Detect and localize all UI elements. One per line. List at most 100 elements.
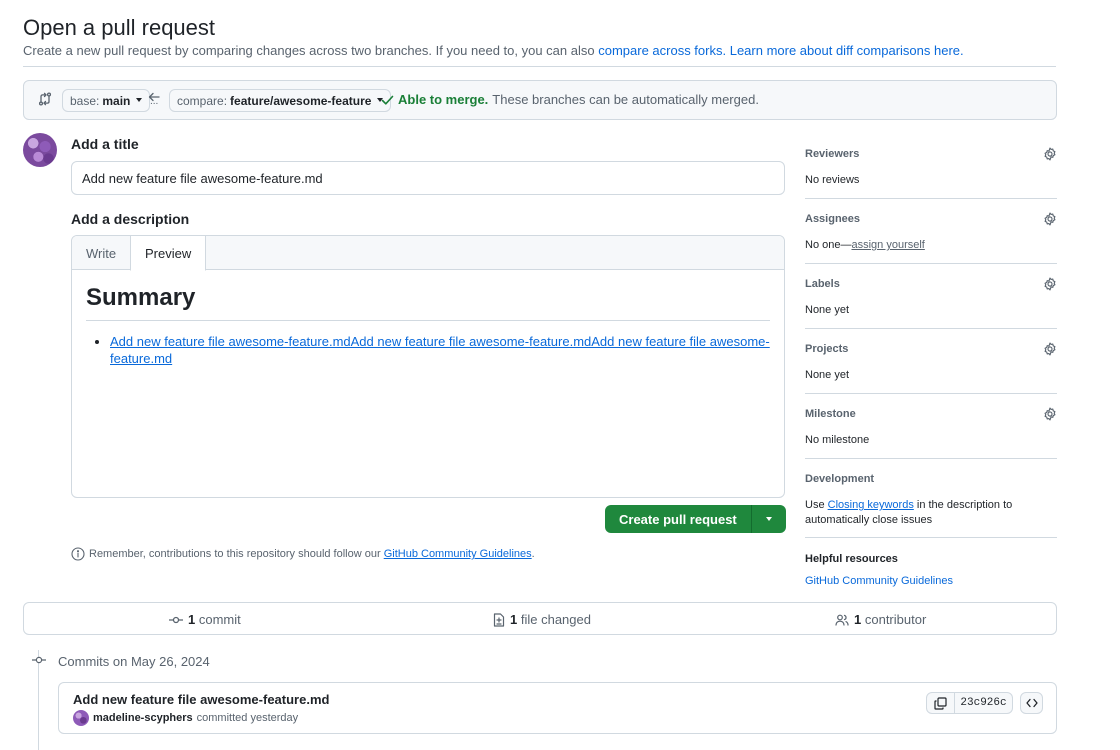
merge-status-ok: Able to merge. [398, 92, 489, 107]
sidebar-labels: Labels None yet [805, 277, 1057, 316]
base-branch-name: main [102, 93, 131, 108]
base-prefix: base: [70, 93, 100, 108]
gear-icon[interactable] [1043, 407, 1057, 421]
notice-end: . [531, 548, 535, 560]
gear-icon[interactable] [1043, 277, 1057, 291]
sidebar-divider [805, 328, 1057, 329]
commit-icon [169, 616, 183, 623]
development-text-b: in the description to [913, 499, 1013, 511]
tab-preview[interactable]: Preview [130, 236, 207, 271]
compare-branch-name: feature/awesome-feature [230, 93, 372, 108]
labels-value: None yet [805, 304, 850, 316]
contributors-label: contributor [864, 612, 927, 627]
create-options-button[interactable] [751, 505, 786, 533]
projects-value: None yet [805, 369, 850, 381]
user-avatar[interactable] [23, 133, 57, 167]
ellipsis: ... [150, 96, 159, 107]
commit-icon [32, 656, 46, 664]
tab-write[interactable]: Write [72, 236, 130, 270]
description-label: Add a description [71, 211, 190, 227]
sidebar-assignees: Assignees No one—assign yourself [805, 212, 1057, 251]
sidebar-helpful-resources: Helpful resources GitHub Community Guide… [805, 553, 1057, 587]
sidebar-divider [805, 537, 1057, 538]
assignees-value: No one—assign yourself [805, 239, 1057, 251]
copy-icon [934, 696, 947, 710]
commit-sha-group: 23c926c [926, 692, 1013, 714]
people-icon [835, 614, 849, 626]
sidebar-divider [805, 393, 1057, 394]
contributors-stat[interactable]: 1 contributor [835, 612, 926, 627]
commit-author[interactable]: madeline-scyphers [93, 712, 193, 724]
commits-stat[interactable]: 1 commit [169, 612, 241, 627]
header-divider [23, 66, 1056, 67]
copy-sha-button[interactable] [926, 692, 955, 714]
file-diff-icon [493, 612, 505, 627]
commit-meta: madeline-scyphers committed yesterday [73, 710, 298, 726]
development-heading: Development [805, 473, 875, 485]
author-avatar[interactable] [73, 710, 89, 726]
commits-label: commit [198, 612, 241, 627]
merge-status-text: These branches can be automatically merg… [492, 92, 759, 107]
sidebar-reviewers: Reviewers No reviews [805, 147, 1057, 186]
base-branch-button[interactable]: base: main [62, 89, 151, 112]
commit-message[interactable]: Add new feature file awesome-feature.md [73, 692, 329, 707]
stats-bar: 1 commit 1 file changed 1 contributor [23, 602, 1057, 635]
page-subtitle: Create a new pull request by comparing c… [23, 43, 964, 58]
title-label: Add a title [71, 136, 139, 152]
commit-sha-link[interactable]: 23c926c [955, 692, 1013, 714]
helpful-resources-heading: Helpful resources [805, 553, 898, 565]
development-text-c: automatically close issues [805, 514, 933, 526]
sidebar-development: Development Use Closing keywords in the … [805, 473, 1057, 528]
sidebar-divider [805, 458, 1057, 459]
chevron-down-icon [765, 517, 772, 521]
compare-bar: base: main ... compare: feature/awesome-… [23, 80, 1057, 120]
commits-count: 1 [188, 612, 196, 627]
commits-date-heading: Commits on May 26, 2024 [58, 654, 210, 669]
check-icon [381, 95, 394, 105]
files-count: 1 [510, 612, 518, 627]
contributors-count: 1 [854, 612, 862, 627]
sidebar-divider [805, 198, 1057, 199]
sidebar-guidelines-link[interactable]: GitHub Community Guidelines [805, 575, 953, 587]
subtitle-text: Create a new pull request by comparing c… [23, 43, 599, 58]
assign-yourself-link[interactable]: assign yourself [851, 239, 924, 251]
sidebar-divider [805, 263, 1057, 264]
preview-heading: Summary [86, 284, 770, 321]
create-pull-request-button[interactable]: Create pull request [605, 505, 752, 533]
labels-heading: Labels [805, 278, 840, 290]
compare-prefix: compare: [177, 93, 228, 108]
community-guidelines-link[interactable]: GitHub Community Guidelines [384, 548, 532, 560]
compare-branch-button[interactable]: compare: feature/awesome-feature [169, 89, 392, 112]
reviewers-value: No reviews [805, 174, 860, 186]
contribution-notice: Remember, contributions to this reposito… [71, 547, 535, 561]
files-label: file changed [520, 612, 591, 627]
gear-icon[interactable] [1043, 342, 1057, 356]
milestone-heading: Milestone [805, 408, 856, 420]
gear-icon[interactable] [1043, 212, 1057, 226]
commit-row: Add new feature file awesome-feature.md … [58, 682, 1057, 734]
closing-keywords-link[interactable]: Closing keywords [828, 499, 914, 511]
editor-tabs: Write Preview [72, 236, 784, 271]
gear-icon[interactable] [1043, 147, 1057, 161]
files-stat[interactable]: 1 file changed [493, 612, 591, 627]
projects-heading: Projects [805, 343, 849, 355]
learn-more-link[interactable]: Learn more about diff comparisons here. [730, 43, 964, 58]
description-editor: Write Preview Summary Add new feature fi… [71, 235, 785, 498]
preview-list: Add new feature file awesome-feature.mdA… [86, 333, 770, 367]
preview-body: Summary Add new feature file awesome-fea… [86, 284, 770, 367]
preview-link[interactable]: Add new feature file awesome-feature.mdA… [110, 334, 770, 366]
compare-forks-link[interactable]: compare across forks. [598, 43, 726, 58]
development-text-a: Use [805, 499, 828, 511]
page-title: Open a pull request [23, 15, 216, 40]
reviewers-heading: Reviewers [805, 148, 860, 160]
browse-repo-button[interactable] [1020, 692, 1043, 714]
sidebar-milestone: Milestone No milestone [805, 407, 1057, 446]
title-input[interactable] [71, 161, 785, 195]
milestone-value: No milestone [805, 434, 870, 446]
development-value: Use Closing keywords in the description … [805, 498, 1057, 528]
list-item: Add new feature file awesome-feature.mdA… [110, 333, 770, 367]
chevron-down-icon [136, 97, 143, 102]
code-icon [1025, 698, 1038, 708]
assignees-text: No one— [805, 239, 852, 251]
merge-status: Able to merge. These branches can be aut… [381, 92, 759, 107]
